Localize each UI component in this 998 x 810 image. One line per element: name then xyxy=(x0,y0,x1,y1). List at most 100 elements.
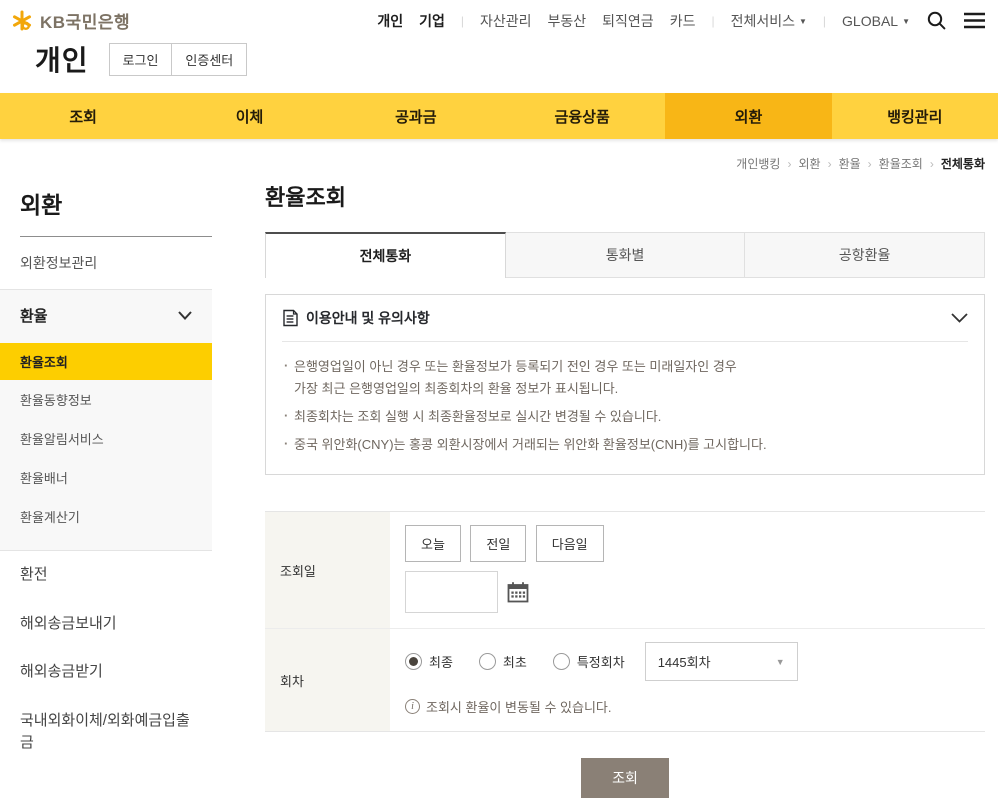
sidebar: 외환 외환정보관리 환율 환율조회 환율동향정보 환율알림서비스 환율배너 환율… xyxy=(0,176,212,768)
breadcrumb-item[interactable]: 환율조회 xyxy=(879,157,923,171)
round-row-body: 최종 최초 특정회차 1445회차 ▼ xyxy=(390,629,985,731)
submit-area: 조회 xyxy=(265,758,985,798)
chevron-down-icon: ▼ xyxy=(799,17,807,26)
note-icon xyxy=(282,309,298,327)
sidebar-item-overseas-remittance-send[interactable]: 해외송금보내기 xyxy=(0,600,212,649)
notice-header[interactable]: 이용안내 및 유의사항 xyxy=(266,295,984,341)
kb-star-icon xyxy=(10,9,34,33)
notice-body: 은행영업일이 아닌 경우 또는 환율정보가 등록되기 전인 경우 또는 미래일자… xyxy=(266,342,984,474)
inquiry-submit-button[interactable]: 조회 xyxy=(581,758,669,798)
login-button[interactable]: 로그인 xyxy=(109,43,173,76)
info-icon: i xyxy=(405,699,420,714)
tab-by-currency[interactable]: 통화별 xyxy=(506,232,746,278)
info-note: i 조회시 환율이 변동될 수 있습니다. xyxy=(405,697,985,716)
chevron-down-icon: ▼ xyxy=(902,17,910,26)
sidebar-group-header-exchange-rate[interactable]: 환율 xyxy=(0,290,212,339)
sidebar-item-fx-info-management[interactable]: 외환정보관리 xyxy=(0,237,212,289)
brand-name: KB국민은행 xyxy=(40,8,130,33)
divider: | xyxy=(461,14,464,28)
today-button[interactable]: 오늘 xyxy=(405,525,461,562)
sidebar-item-overseas-remittance-receive[interactable]: 해외송금받기 xyxy=(0,648,212,697)
breadcrumb-item[interactable]: 외환 xyxy=(798,157,820,171)
nav-pension[interactable]: 퇴직연금 xyxy=(602,11,654,31)
gnb-item-transfer[interactable]: 이체 xyxy=(166,93,332,139)
sidebar-title: 외환 xyxy=(20,186,212,237)
date-row-label: 조회일 xyxy=(265,512,390,628)
form-row-date: 조회일 오늘 전일 다음일 xyxy=(265,512,985,628)
tab-airport-rates[interactable]: 공항환율 xyxy=(745,232,985,278)
sidebar-item-currency-exchange[interactable]: 환전 xyxy=(0,551,212,600)
radio-first-round[interactable]: 최초 xyxy=(479,652,527,671)
notice-bullet: 최종회차는 조회 실행 시 최종환율정보로 실시간 변경될 수 있습니다. xyxy=(284,406,968,428)
radio-last-round[interactable]: 최종 xyxy=(405,652,453,671)
nav-personal[interactable]: 개인 xyxy=(377,11,403,31)
main-panel: 환율조회 전체통화 통화별 공항환율 이용안내 및 유의사항 xyxy=(265,176,998,810)
round-radio-group: 최종 최초 특정회차 1445회차 ▼ xyxy=(405,642,985,681)
sidebar-item-domestic-fx-transfer[interactable]: 국내외화이체/외화예금입출금 xyxy=(0,697,212,768)
cert-center-button[interactable]: 인증센터 xyxy=(171,43,247,76)
date-input[interactable] xyxy=(405,571,498,613)
sidebar-group-label: 환율 xyxy=(20,305,48,326)
top-header: KB국민은행 개인 기업 | 자산관리 부동산 퇴직연금 카드 | 전체서비스▼… xyxy=(0,0,998,33)
breadcrumb-separator: › xyxy=(828,157,832,171)
notice-bullet: 중국 위안화(CNY)는 홍콩 외환시장에서 거래되는 위안화 환율정보(CNH… xyxy=(284,434,968,456)
nav-card[interactable]: 카드 xyxy=(670,11,696,31)
chevron-down-icon: ▼ xyxy=(776,657,785,667)
breadcrumb-separator: › xyxy=(930,157,934,171)
breadcrumb: 개인뱅킹›외환›환율›환율조회›전체통화 xyxy=(0,139,998,176)
masthead: 개인 로그인 인증센터 xyxy=(0,33,998,93)
gnb-item-inquiry[interactable]: 조회 xyxy=(0,93,166,139)
nav-real-estate[interactable]: 부동산 xyxy=(548,11,587,31)
sidebar-bottom-list: 환전 해외송금보내기 해외송금받기 국내외화이체/외화예금입출금 xyxy=(0,551,212,768)
inquiry-form-table: 조회일 오늘 전일 다음일 xyxy=(265,511,985,732)
breadcrumb-separator: › xyxy=(787,157,791,171)
tab-all-currencies[interactable]: 전체통화 xyxy=(265,232,506,278)
section-title: 개인 xyxy=(35,39,89,79)
search-icon[interactable] xyxy=(926,10,947,31)
nav-wealth[interactable]: 자산관리 xyxy=(480,11,532,31)
date-row-body: 오늘 전일 다음일 xyxy=(390,512,985,628)
nav-all-services[interactable]: 전체서비스▼ xyxy=(731,11,807,31)
breadcrumb-current: 전체통화 xyxy=(941,157,985,171)
nav-global[interactable]: GLOBAL▼ xyxy=(842,13,910,29)
calendar-icon[interactable] xyxy=(507,581,529,603)
sidebar-group-exchange-rate: 환율 환율조회 환율동향정보 환율알림서비스 환율배너 환율계산기 xyxy=(0,289,212,551)
tab-bar: 전체통화 통화별 공항환율 xyxy=(265,232,985,278)
sidebar-item-exchange-rate-banner[interactable]: 환율배너 xyxy=(0,458,212,497)
previous-day-button[interactable]: 전일 xyxy=(470,525,526,562)
radio-unselected-icon xyxy=(553,653,570,670)
gnb-item-foreign-exchange[interactable]: 외환 xyxy=(665,93,831,139)
auth-buttons: 로그인 인증센터 xyxy=(109,43,248,76)
breadcrumb-item[interactable]: 환율 xyxy=(839,157,861,171)
radio-unselected-icon xyxy=(479,653,496,670)
notice-collapse-chevron-icon[interactable] xyxy=(951,313,968,323)
quick-date-buttons: 오늘 전일 다음일 xyxy=(405,525,985,562)
divider: | xyxy=(823,14,826,28)
round-select-value: 1445회차 xyxy=(658,652,711,671)
menu-hamburger-icon[interactable] xyxy=(963,11,986,30)
form-row-round: 회차 최종 최초 특정회차 xyxy=(265,628,985,731)
round-row-label: 회차 xyxy=(265,629,390,731)
divider: | xyxy=(711,14,714,28)
radio-selected-icon xyxy=(405,653,422,670)
usage-notice-box: 이용안내 및 유의사항 은행영업일이 아닌 경우 또는 환율정보가 등록되기 전… xyxy=(265,294,985,475)
sidebar-item-exchange-rate-inquiry[interactable]: 환율조회 xyxy=(0,343,212,380)
sidebar-item-exchange-rate-trend[interactable]: 환율동향정보 xyxy=(0,380,212,419)
utility-nav: 개인 기업 | 자산관리 부동산 퇴직연금 카드 | 전체서비스▼ | GLOB… xyxy=(377,8,986,31)
radio-specific-round[interactable]: 특정회차 xyxy=(553,652,625,671)
next-day-button[interactable]: 다음일 xyxy=(536,525,604,562)
gnb-item-financial-products[interactable]: 금융상품 xyxy=(499,93,665,139)
round-select-dropdown[interactable]: 1445회차 ▼ xyxy=(645,642,798,681)
gnb-item-utility-bills[interactable]: 공과금 xyxy=(333,93,499,139)
date-input-line xyxy=(405,571,985,613)
page-title: 환율조회 xyxy=(265,180,985,212)
content-area: 외환 외환정보관리 환율 환율조회 환율동향정보 환율알림서비스 환율배너 환율… xyxy=(0,176,998,810)
kb-logo[interactable]: KB국민은행 xyxy=(10,8,130,33)
chevron-down-icon xyxy=(178,311,192,320)
nav-corporate[interactable]: 기업 xyxy=(419,11,445,31)
sidebar-item-exchange-rate-alert[interactable]: 환율알림서비스 xyxy=(0,419,212,458)
breadcrumb-item[interactable]: 개인뱅킹 xyxy=(736,157,780,171)
gnb-item-banking-management[interactable]: 뱅킹관리 xyxy=(832,93,998,139)
sidebar-item-exchange-rate-calculator[interactable]: 환율계산기 xyxy=(0,497,212,536)
notice-bullet: 은행영업일이 아닌 경우 또는 환율정보가 등록되기 전인 경우 또는 미래일자… xyxy=(284,356,968,400)
